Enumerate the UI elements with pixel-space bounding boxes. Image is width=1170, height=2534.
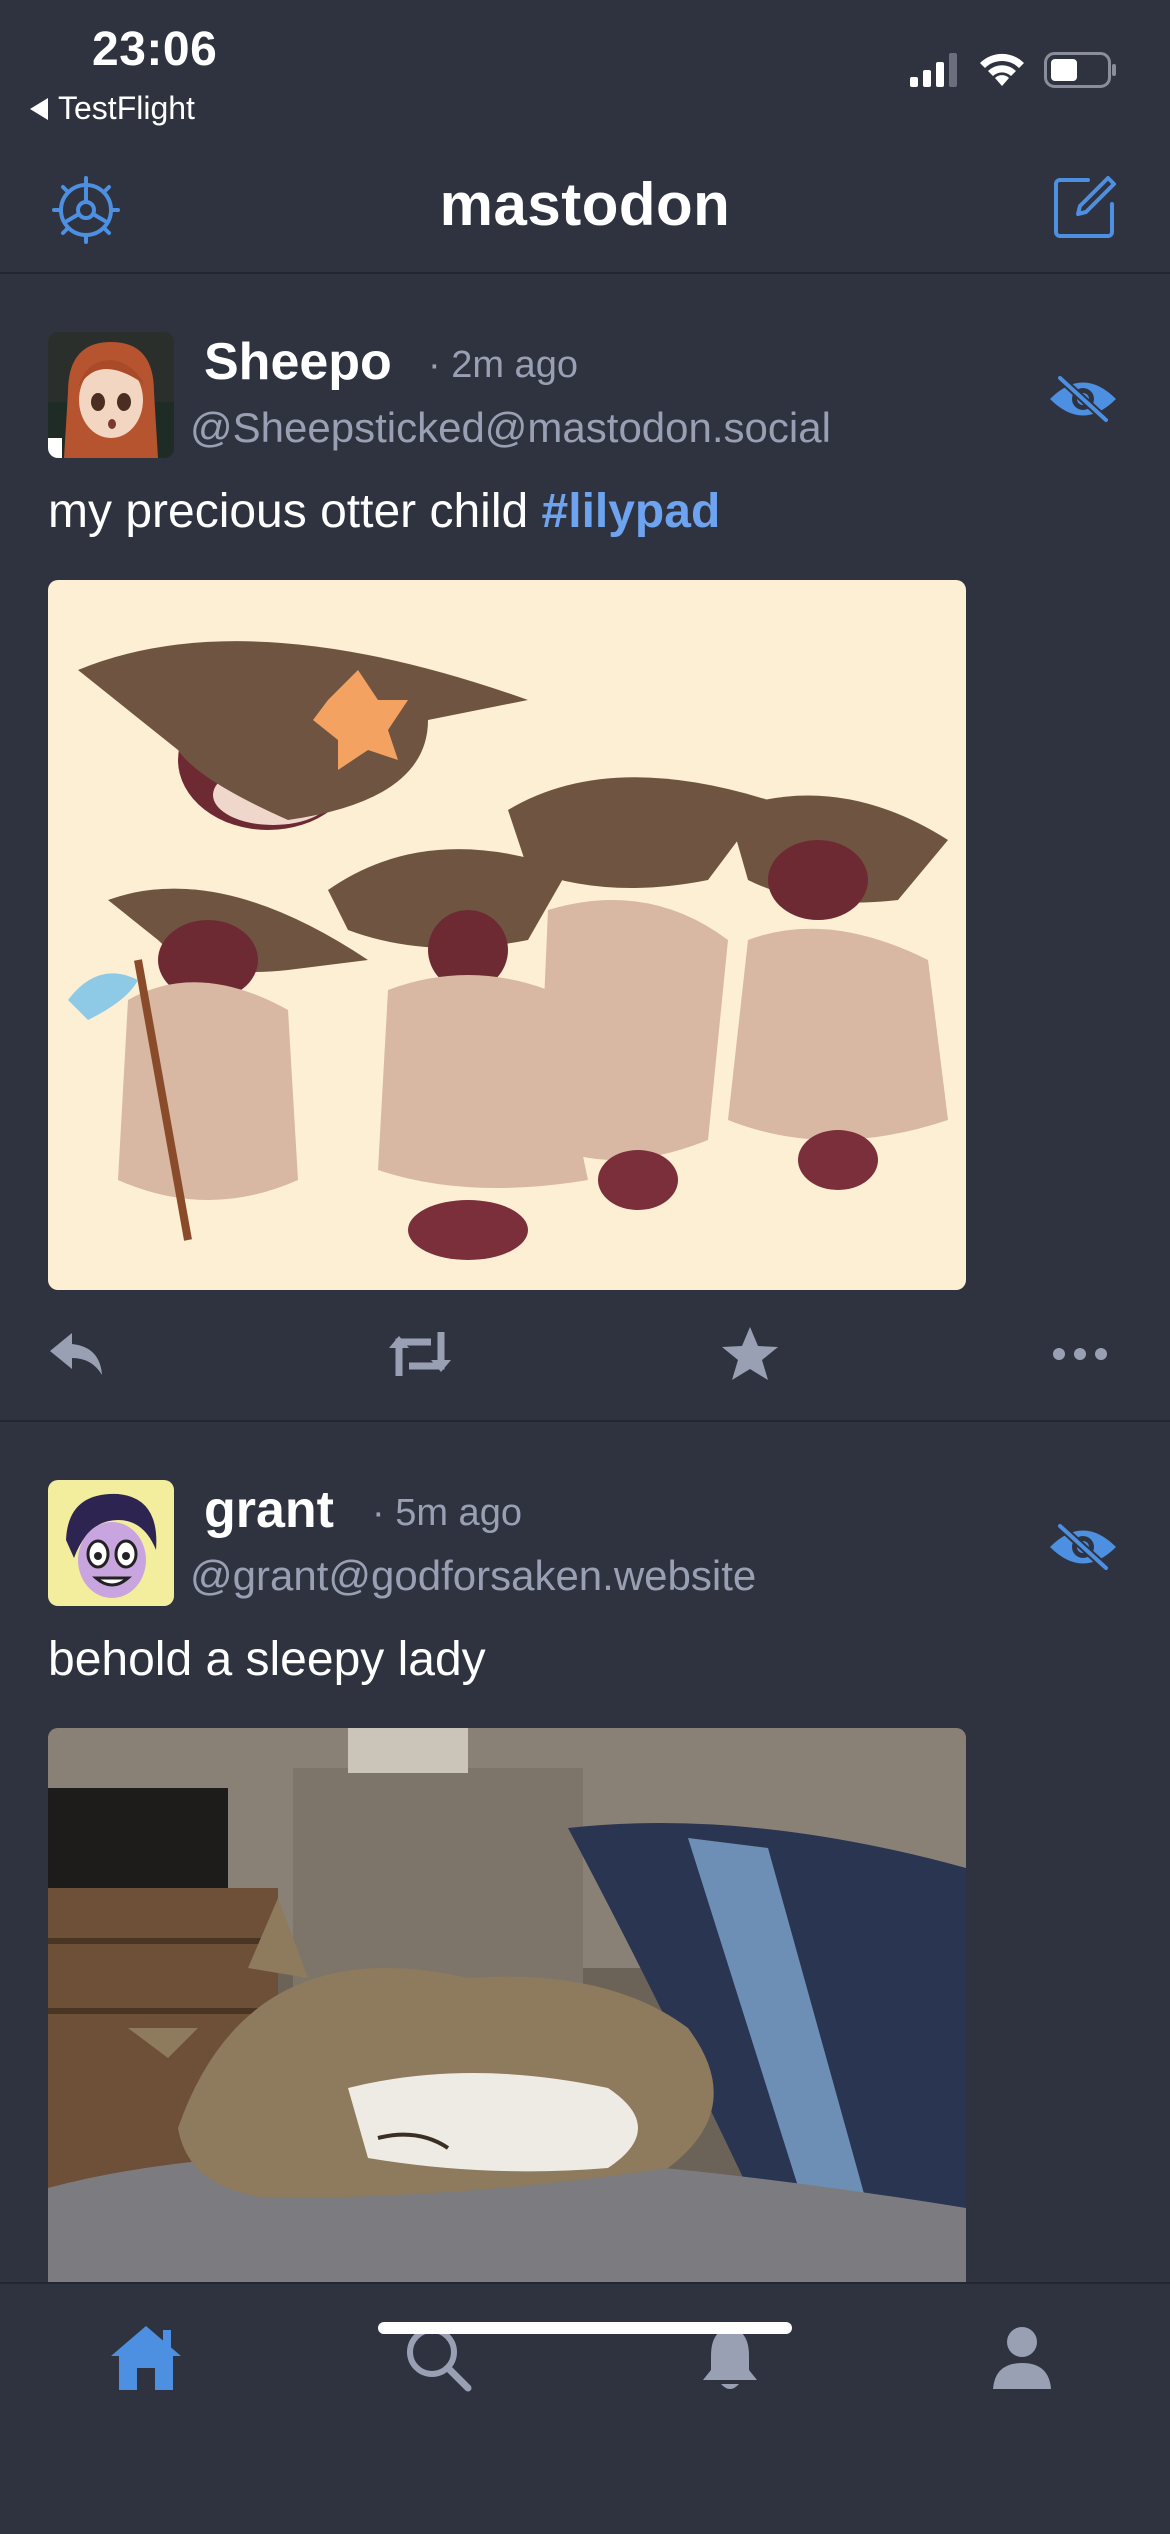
display-name[interactable]: Sheepo (204, 332, 392, 392)
favorite-button[interactable] (714, 1318, 786, 1390)
post-content: behold a sleepy lady (48, 1632, 486, 1687)
hashtag-link[interactable]: #lilypad (542, 485, 721, 538)
back-to-testflight-link[interactable]: TestFlight (30, 90, 195, 127)
eye-slash-icon[interactable] (1048, 364, 1118, 434)
home-icon (111, 2326, 181, 2390)
timeline-feed[interactable]: Sheepo · 2m ago @Sheepsticked@mastodon.s… (0, 274, 1170, 2282)
tab-notifications[interactable] (680, 2308, 780, 2408)
account-handle[interactable]: @Sheepsticked@mastodon.social (190, 404, 831, 452)
wifi-icon (980, 53, 1024, 86)
search-icon (407, 2327, 472, 2392)
back-arrow-icon (30, 97, 48, 120)
reply-button[interactable] (40, 1318, 112, 1390)
media-attachment[interactable] (48, 580, 966, 1290)
post-actions (0, 1318, 1170, 1390)
avatar[interactable] (48, 332, 174, 458)
tab-search[interactable] (388, 2308, 488, 2408)
status-time: 23:06 (92, 23, 218, 76)
boost-icon (389, 1332, 451, 1376)
tab-bar (0, 2282, 1170, 2534)
boost-button[interactable] (384, 1318, 456, 1390)
tab-profile[interactable] (972, 2308, 1072, 2408)
eye-slash-icon[interactable] (1048, 1512, 1118, 1582)
avatar[interactable] (48, 1480, 174, 1606)
star-icon (722, 1327, 778, 1380)
avatar-image (48, 1480, 174, 1606)
bell-icon (703, 2322, 757, 2389)
battery-icon (1044, 52, 1116, 88)
sleeping-cat-photo (48, 1728, 966, 2282)
media-attachment[interactable] (48, 1728, 966, 2282)
status-post[interactable]: Sheepo · 2m ago @Sheepsticked@mastodon.s… (0, 274, 1170, 1422)
more-icon (1053, 1348, 1107, 1360)
avatar-image (48, 332, 174, 458)
reply-icon (50, 1333, 102, 1375)
compose-icon[interactable] (1052, 174, 1118, 240)
tab-home[interactable] (96, 2308, 196, 2408)
status-icons (910, 52, 1118, 88)
person-icon (993, 2327, 1051, 2389)
status-post[interactable]: grant · 5m ago @grant@godforsaken.websit… (0, 1422, 1170, 2282)
app-title: mastodon (439, 171, 731, 238)
back-label: TestFlight (58, 90, 195, 126)
status-bar: 23:06 TestFlight (0, 0, 1170, 140)
post-text: my precious otter child (48, 485, 542, 538)
otter-artwork-image (48, 580, 966, 1290)
post-timestamp: · 2m ago (428, 344, 578, 386)
post-timestamp: · 5m ago (372, 1492, 522, 1534)
display-name[interactable]: grant (204, 1480, 334, 1540)
post-content: my precious otter child #lilypad (48, 484, 720, 539)
account-handle[interactable]: @grant@godforsaken.website (190, 1552, 756, 1600)
post-text: behold a sleepy lady (48, 1633, 486, 1686)
navigation-bar: mastodon (0, 140, 1170, 274)
more-button[interactable] (1044, 1318, 1116, 1390)
cellular-signal-icon (910, 53, 957, 87)
